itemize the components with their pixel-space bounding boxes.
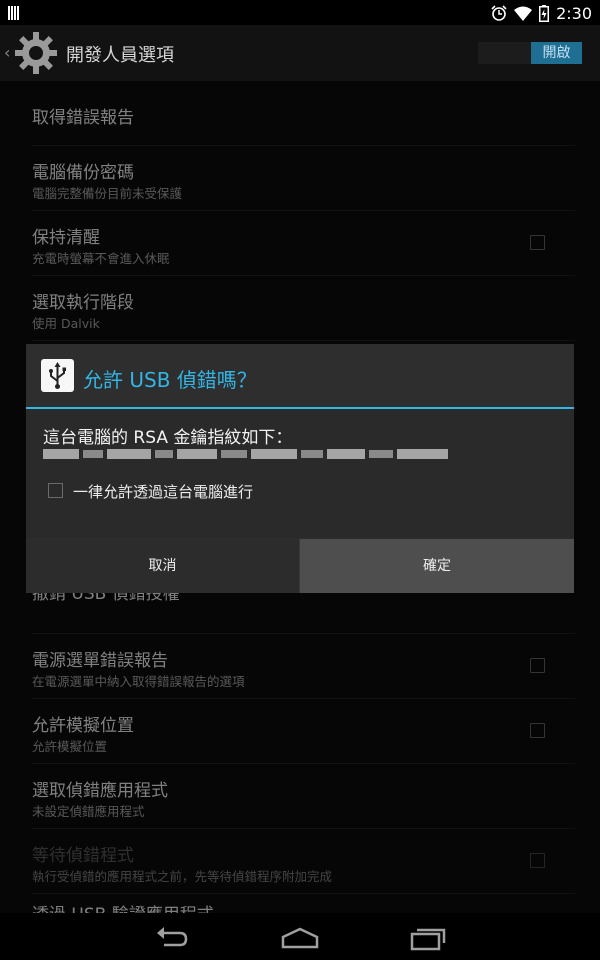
alarm-icon xyxy=(491,5,507,21)
dialog-message: 這台電腦的 RSA 金鑰指紋如下： xyxy=(43,428,293,448)
usb-debugging-dialog: 允許 USB 偵錯嗎？ 這台電腦的 RSA 金鑰指紋如下： 一律允許透過這台電腦… xyxy=(26,344,574,593)
home-icon[interactable] xyxy=(276,921,324,953)
battery-icon xyxy=(539,4,550,22)
dialog-title: 允許 USB 偵錯嗎？ xyxy=(83,368,257,392)
always-allow-label[interactable]: 一律允許透過這台電腦進行 xyxy=(73,481,253,502)
back-icon[interactable] xyxy=(148,921,196,953)
status-icons: 2:30 xyxy=(491,3,592,23)
clock: 2:30 xyxy=(556,3,592,23)
recent-apps-icon[interactable] xyxy=(404,921,452,953)
notification-icon xyxy=(8,5,24,20)
status-bar: 2:30 xyxy=(0,0,600,25)
dialog-body: 這台電腦的 RSA 金鑰指紋如下： 一律允許透過這台電腦進行 xyxy=(26,409,574,538)
up-caret-icon[interactable]: ‹ xyxy=(4,43,10,62)
ok-button[interactable]: 確定 xyxy=(300,539,574,593)
action-bar: ‹ 開發人員選項 開啟 xyxy=(0,25,600,81)
navigation-bar xyxy=(0,913,600,960)
wifi-icon xyxy=(514,6,533,21)
cancel-button[interactable]: 取消 xyxy=(26,539,299,593)
page-title: 開發人員選項 xyxy=(66,45,174,66)
switch-on-label[interactable]: 開啟 xyxy=(531,42,582,64)
usb-icon xyxy=(41,359,74,392)
dialog-header: 允許 USB 偵錯嗎？ xyxy=(26,344,574,408)
settings-gear-icon[interactable] xyxy=(14,31,58,75)
rsa-fingerprint-redacted xyxy=(43,449,448,459)
always-allow-checkbox[interactable] xyxy=(48,483,63,498)
